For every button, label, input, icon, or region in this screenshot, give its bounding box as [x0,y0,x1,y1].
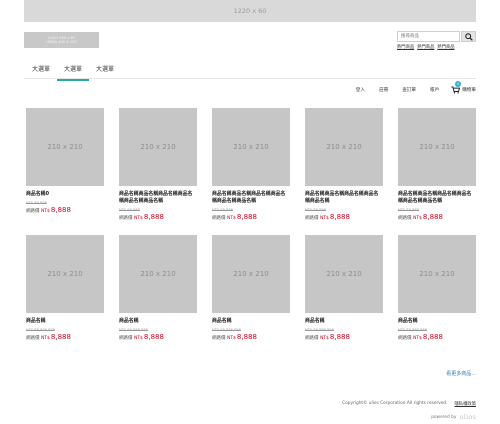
product-name: 商品名稱商品名稱商品名稱商品名稱商品名稱商品名稱 [398,191,472,204]
banner-label: 1220 x 60 [233,7,267,15]
sale-price: 網路價 NT$8,888 [26,206,71,214]
copyright-text: Copyright© ulios Corporation All rights … [342,401,448,406]
original-price: NT$ 88,888 [212,207,233,212]
product-name: 商品名稱商品名稱商品名稱商品名稱商品名稱 [305,191,379,204]
site-logo[interactable]: LOGO 500 x 60 HRWA 400 X 150 [24,32,99,48]
product-row: 210 x 210 商品名稱0 NT$ 88,888 網路價 NT$8,888 … [26,108,476,235]
cart-count-badge: 0 [455,81,462,87]
privacy-policy-link[interactable]: 隱私權政策 [455,401,476,407]
product-image: 210 x 210 [212,235,290,313]
product-image: 210 x 210 [212,108,290,186]
product-name: 商品名稱 [305,318,325,324]
search-icon [464,32,473,41]
product-card[interactable]: 210 x 210 商品名稱商品名稱商品名稱商品名稱商品名稱商品名稱 NT$ 8… [119,108,197,235]
hot-link[interactable]: 熱門商品 [437,44,454,50]
sale-price: 網路價 NT$8,888 [119,212,164,221]
product-image: 210 x 210 [119,108,197,186]
tab-menu-3[interactable]: 大選單 [96,64,114,79]
product-image: 210 x 210 [305,235,383,313]
product-card[interactable]: 210 x 210 商品名稱商品名稱商品名稱商品名稱商品名稱商品名稱 NT$ 8… [398,108,476,235]
original-price: NT$ 88,888 [119,207,140,212]
main-menu: 大選單 大選單 大選單 [24,61,476,81]
account-link[interactable]: 帳戶 [430,87,439,93]
product-image: 210 x 210 [305,108,383,186]
product-name: 商品名稱 [26,318,46,324]
product-name: 商品名稱商品名稱商品名稱商品名稱商品名稱商品名稱 [212,191,286,204]
top-banner-placeholder: 1220 x 60 [24,0,476,22]
cart-icon [451,86,461,94]
tab-menu-2[interactable]: 大選單 [57,64,90,81]
product-name: 商品名稱 [212,318,232,324]
product-card[interactable]: 210 x 210 商品名稱0 NT$ 88,888 網路價 NT$8,888 [26,108,104,235]
original-price: NT$ 88,888,888 [119,328,148,332]
hot-link[interactable]: 熱門商品 [397,44,414,50]
powered-by-text: powered by [431,414,457,420]
product-name: 商品名稱0 [26,191,49,197]
original-price: NT$ 88,888,888 [26,328,55,332]
product-card[interactable]: 210 x 210 商品名稱 NT$ 88,888,888 網路價 NT$8,8… [212,235,290,341]
sale-price: 網路價 NT$8,888 [305,333,350,341]
more-products-link[interactable]: 看更多商品... [446,370,476,377]
product-row: 210 x 210 商品名稱 NT$ 88,888,888 網路價 NT$8,8… [26,235,476,341]
product-card[interactable]: 210 x 210 商品名稱 NT$ 88,888,888 網路價 NT$8,8… [305,235,383,341]
sale-price: 網路價 NT$8,888 [119,333,164,341]
search-input[interactable] [397,31,460,42]
hot-search-links: 熱門商品 熱門商品 熱門商品 [397,44,477,50]
sale-price: 網路價 NT$8,888 [212,212,257,221]
product-image: 210 x 210 [398,108,476,186]
product-card[interactable]: 210 x 210 商品名稱 NT$ 88,888,888 網路價 NT$8,8… [119,235,197,341]
product-card[interactable]: 210 x 210 商品名稱 NT$ 88,888,888 網路價 NT$8,8… [26,235,104,341]
product-grid: 210 x 210 商品名稱0 NT$ 88,888 網路價 NT$8,888 … [26,108,476,341]
cart-button[interactable]: 0 購物車 [451,81,476,94]
orders-link[interactable]: 查訂單 [402,87,416,93]
product-card[interactable]: 210 x 210 商品名稱商品名稱商品名稱商品名稱商品名稱商品名稱 NT$ 8… [212,108,290,235]
sale-price: 網路價 NT$8,888 [398,212,443,221]
product-image: 210 x 210 [119,235,197,313]
tab-menu-1[interactable]: 大選單 [32,64,50,79]
sale-price: 網路價 NT$8,888 [398,333,443,341]
product-card[interactable]: 210 x 210 商品名稱商品名稱商品名稱商品名稱商品名稱 NT$ 88,88… [305,108,383,235]
sale-price: 網路價 NT$8,888 [212,333,257,341]
original-price: NT$ 88,888,888 [398,328,427,332]
original-price: NT$ 88,888 [398,207,419,212]
search-button[interactable] [461,31,476,42]
logo-line-2: HRWA 400 X 150 [46,40,77,44]
original-price: NT$ 88,888,888 [305,328,334,332]
product-name: 商品名稱商品名稱商品名稱商品名稱商品名稱商品名稱 [119,191,193,204]
user-bar: 登入 註冊 查訂單 帳戶 0 購物車 [342,81,476,94]
product-card[interactable]: 210 x 210 商品名稱 NT$ 88,888,888 網路價 NT$8,8… [398,235,476,341]
sale-price: 網路價 NT$8,888 [305,212,350,221]
product-image: 210 x 210 [26,108,104,186]
product-name: 商品名稱 [119,318,139,324]
original-price: NT$ 88,888,888 [212,328,241,332]
cart-label: 購物車 [462,88,476,93]
footer: Copyright© ulios Corporation All rights … [342,401,476,407]
product-image: 210 x 210 [398,235,476,313]
sale-price: 網路價 NT$8,888 [26,333,71,341]
product-name: 商品名稱 [398,318,418,324]
product-image: 210 x 210 [26,235,104,313]
hot-link[interactable]: 熱門商品 [417,44,434,50]
original-price: NT$ 88,888 [26,201,47,205]
brand-logo[interactable]: ulios [459,413,476,421]
original-price: NT$ 88,888 [305,207,326,212]
register-link[interactable]: 註冊 [379,87,388,93]
login-link[interactable]: 登入 [356,87,365,93]
powered-by: powered by ulios [431,413,476,421]
